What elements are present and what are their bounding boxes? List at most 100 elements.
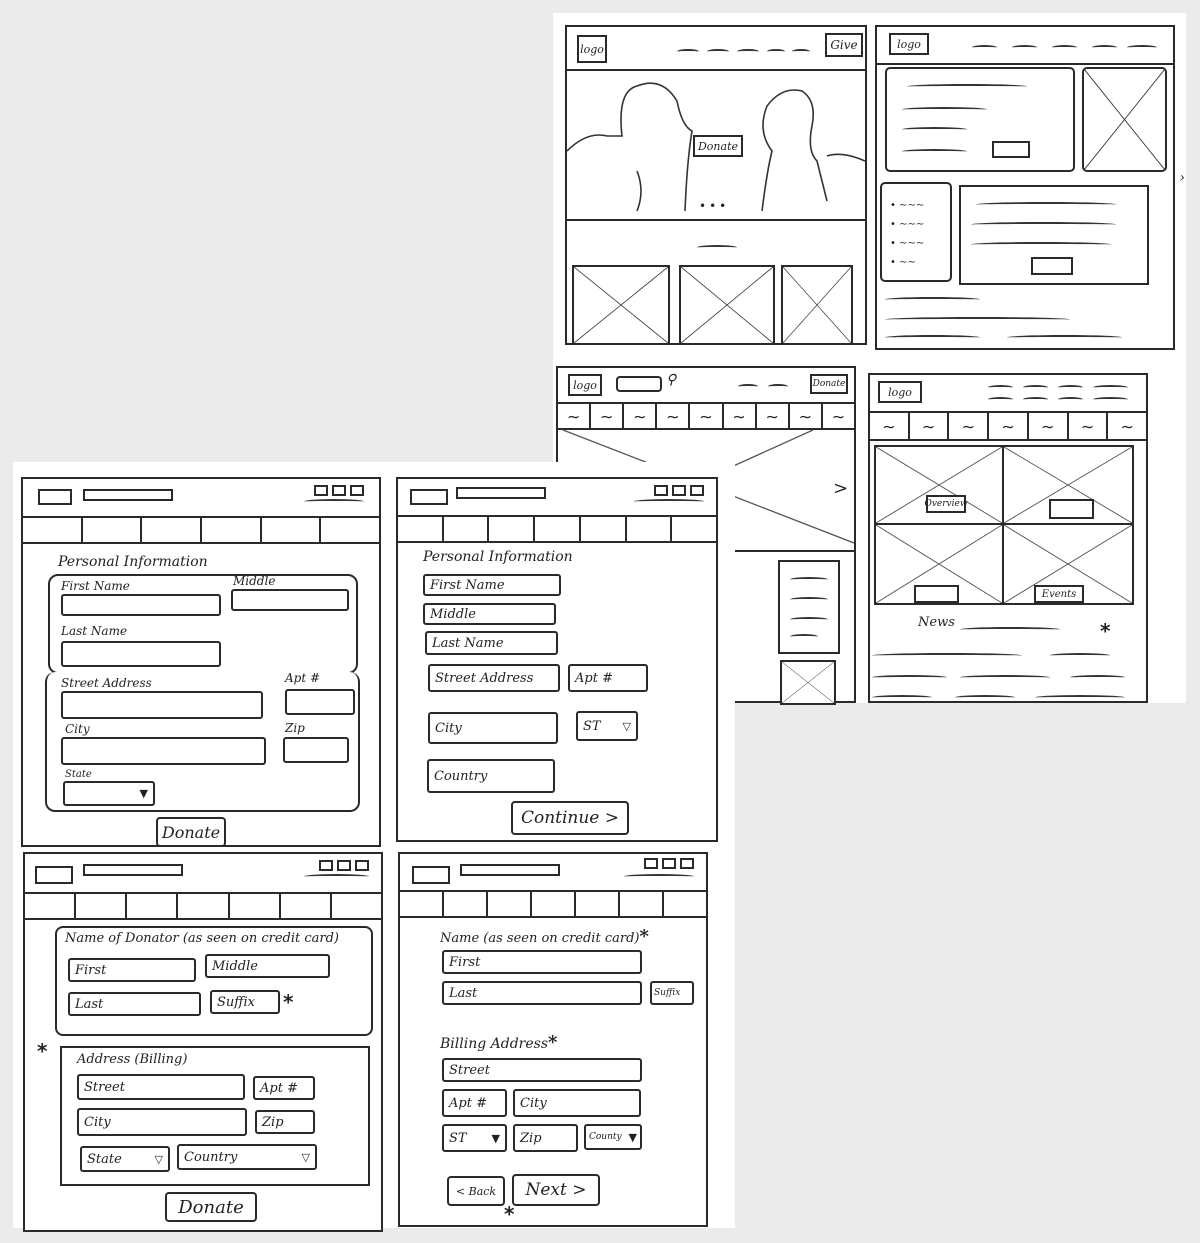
street-address-input[interactable]: Street Address	[428, 664, 560, 692]
city-input[interactable]: City	[77, 1108, 247, 1136]
control-icon[interactable]	[332, 485, 346, 496]
control-icon[interactable]	[314, 485, 328, 496]
header-link[interactable]	[634, 499, 704, 504]
control-icon[interactable]	[690, 485, 704, 496]
events-button[interactable]: Events	[1034, 585, 1084, 603]
nav-link[interactable]	[1058, 397, 1083, 402]
donate-button[interactable]: Donate	[810, 374, 848, 394]
nav-link[interactable]	[1093, 385, 1128, 390]
header-link[interactable]	[624, 874, 694, 879]
nav-tab[interactable]	[581, 517, 627, 541]
control-icon[interactable]	[350, 485, 364, 496]
suffix-input[interactable]: Suffix	[650, 981, 694, 1005]
nav-tab[interactable]	[444, 892, 488, 916]
nav-link[interactable]	[1127, 45, 1157, 50]
nav-link[interactable]	[1052, 45, 1077, 50]
middle-name-input[interactable]: Middle	[205, 954, 330, 978]
nav-tab[interactable]	[398, 517, 444, 541]
nav-tab[interactable]	[672, 517, 716, 541]
zip-input[interactable]	[283, 737, 349, 763]
last-name-input[interactable]: Last	[442, 981, 642, 1005]
nav-tab[interactable]	[620, 892, 664, 916]
nav-tab[interactable]: ∼	[910, 413, 950, 439]
city-input[interactable]	[61, 737, 266, 765]
nav-tab[interactable]	[262, 518, 322, 542]
county-select[interactable]: County ▼	[584, 1124, 642, 1150]
first-name-input[interactable]: First	[68, 958, 196, 982]
nav-tab[interactable]	[178, 894, 230, 918]
nav-tab[interactable]: ∼	[989, 413, 1029, 439]
carousel-dots[interactable]: •••	[699, 199, 729, 213]
last-name-input[interactable]	[61, 641, 221, 667]
nav-tab[interactable]	[535, 517, 581, 541]
last-name-input[interactable]: Last Name	[425, 631, 558, 655]
street-input[interactable]: Street	[77, 1074, 245, 1100]
nav-tab[interactable]: ∼	[870, 413, 910, 439]
hero-donate-button[interactable]: Donate	[693, 135, 743, 157]
zip-input[interactable]: Zip	[513, 1124, 578, 1152]
right-arrow-icon[interactable]: ›	[1179, 170, 1185, 186]
nav-tab[interactable]	[23, 518, 83, 542]
nav-link[interactable]	[738, 384, 758, 389]
state-select[interactable]: ST ▼	[442, 1124, 507, 1152]
nav-tab[interactable]: ∼	[724, 404, 757, 428]
nav-tab[interactable]: ∼	[823, 404, 854, 428]
nav-tab[interactable]	[488, 892, 532, 916]
nav-link[interactable]	[677, 49, 699, 54]
nav-tab[interactable]: ∼	[757, 404, 790, 428]
first-name-input[interactable]	[61, 594, 221, 616]
first-name-input[interactable]: First Name	[423, 574, 561, 596]
control-icon[interactable]	[680, 858, 694, 869]
apt-input[interactable]	[285, 689, 355, 715]
nav-link[interactable]	[972, 45, 997, 50]
image-placeholder[interactable]	[1082, 67, 1167, 172]
nav-tab[interactable]	[76, 894, 128, 918]
nav-tab[interactable]	[332, 894, 381, 918]
control-icon[interactable]	[672, 485, 686, 496]
nav-tab[interactable]: ∼	[949, 413, 990, 439]
search-input[interactable]	[83, 489, 173, 501]
city-input[interactable]: City	[428, 712, 558, 744]
nav-tab[interactable]	[532, 892, 576, 916]
nav-tab[interactable]	[627, 517, 673, 541]
middle-name-input[interactable]: Middle	[423, 603, 556, 625]
nav-link[interactable]	[1023, 385, 1048, 390]
nav-link[interactable]	[1023, 397, 1048, 402]
grid-tile-overview[interactable]: Overview	[874, 445, 1004, 525]
search-input[interactable]	[616, 376, 662, 392]
control-icon[interactable]	[337, 860, 351, 871]
nav-tab[interactable]: ∼	[558, 404, 592, 428]
nav-link[interactable]	[1093, 397, 1128, 402]
nav-tab[interactable]	[400, 892, 444, 916]
nav-link[interactable]	[1012, 45, 1037, 50]
first-name-input[interactable]: First	[442, 950, 642, 974]
donate-button[interactable]: Donate	[165, 1192, 257, 1222]
nav-link[interactable]	[792, 49, 810, 54]
back-button[interactable]: < Back	[447, 1176, 505, 1206]
give-button[interactable]: Give	[825, 33, 863, 57]
nav-tab[interactable]	[127, 894, 179, 918]
grid-tile-events[interactable]: Events	[1002, 523, 1134, 605]
tile-button[interactable]	[1049, 499, 1094, 519]
state-select[interactable]: ▼	[63, 781, 155, 806]
nav-link[interactable]	[1058, 385, 1083, 390]
next-button[interactable]: Next >	[512, 1174, 600, 1206]
image-placeholder[interactable]	[572, 265, 670, 345]
control-icon[interactable]	[654, 485, 668, 496]
nav-link[interactable]	[988, 397, 1013, 402]
suffix-input[interactable]: Suffix	[210, 990, 280, 1014]
control-icon[interactable]	[662, 858, 676, 869]
grid-tile[interactable]	[874, 523, 1004, 605]
image-placeholder[interactable]	[781, 265, 853, 345]
nav-link[interactable]	[737, 49, 759, 54]
nav-tab[interactable]	[202, 518, 262, 542]
nav-tab[interactable]	[321, 518, 379, 542]
country-input[interactable]: Country	[427, 759, 555, 793]
city-input[interactable]: City	[513, 1089, 641, 1117]
tile-button[interactable]	[914, 585, 959, 603]
search-input[interactable]	[456, 487, 546, 499]
nav-tab[interactable]: ∼	[1029, 413, 1069, 439]
nav-tab[interactable]	[25, 894, 77, 918]
image-placeholder[interactable]	[679, 265, 775, 345]
street-input[interactable]: Street	[442, 1058, 642, 1082]
